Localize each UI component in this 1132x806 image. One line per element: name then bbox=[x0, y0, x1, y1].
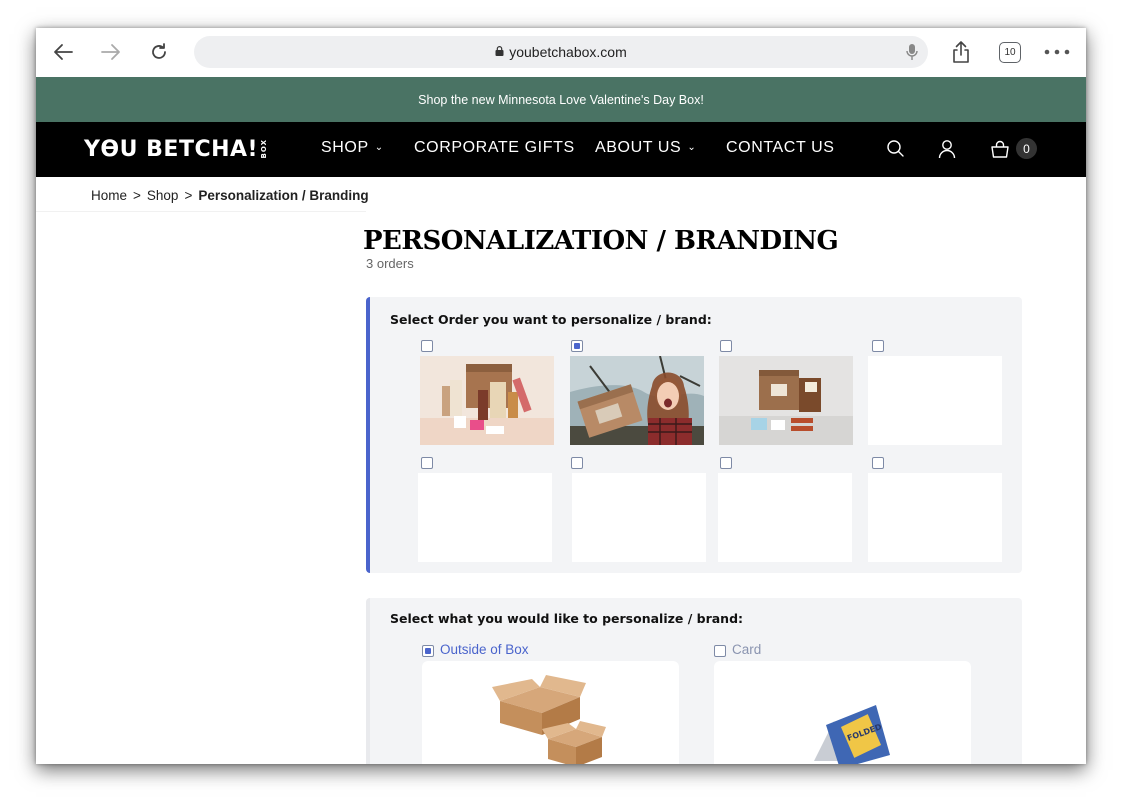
nav-item-shop[interactable]: SHOP ⌄ bbox=[321, 139, 384, 157]
outside-box-option-card[interactable] bbox=[422, 661, 679, 764]
card-option-card[interactable]: FOLDED bbox=[714, 661, 971, 764]
breadcrumb-home[interactable]: Home bbox=[91, 188, 127, 203]
order-thumbnail-8[interactable] bbox=[868, 473, 1002, 562]
woman-holding-box-image bbox=[570, 356, 704, 445]
logo-text: YϴU BETCHA! bbox=[84, 136, 259, 162]
outside-box-checkbox[interactable] bbox=[422, 645, 434, 657]
breadcrumb-separator: > bbox=[133, 188, 141, 203]
chevron-down-icon: ⌄ bbox=[374, 142, 384, 153]
reload-icon[interactable] bbox=[144, 38, 174, 66]
order-thumbnail-5[interactable] bbox=[418, 473, 552, 562]
share-icon[interactable] bbox=[946, 38, 976, 66]
announcement-bar[interactable]: Shop the new Minnesota Love Valentine's … bbox=[36, 77, 1086, 122]
order-thumbnail-6[interactable] bbox=[572, 473, 706, 562]
url-bar[interactable]: youbetchabox.com bbox=[194, 36, 928, 68]
nav-item-label: CONTACT US bbox=[726, 139, 835, 156]
nav-item-corporate-gifts[interactable]: CORPORATE GIFTS bbox=[414, 139, 575, 157]
tabs-icon[interactable]: 10 bbox=[999, 42, 1021, 63]
order-select-panel: Select Order you want to personalize / b… bbox=[366, 297, 1022, 573]
box-with-snacks-image bbox=[719, 356, 853, 445]
more-icon[interactable] bbox=[1042, 38, 1072, 66]
breadcrumb-shop[interactable]: Shop bbox=[147, 188, 179, 203]
chevron-down-icon: ⌄ bbox=[687, 142, 697, 153]
order-thumbnail-7[interactable] bbox=[718, 473, 852, 562]
orders-count: 3 orders bbox=[366, 256, 414, 271]
order-checkbox-5[interactable] bbox=[421, 457, 433, 469]
folded-card-image: FOLDED bbox=[814, 705, 890, 764]
card-checkbox[interactable] bbox=[714, 645, 726, 657]
browser-toolbar: youbetchabox.com 10 bbox=[36, 28, 1086, 77]
order-thumbnail-1[interactable] bbox=[420, 356, 554, 445]
branding-select-label: Select what you would like to personaliz… bbox=[390, 611, 744, 626]
order-select-label: Select Order you want to personalize / b… bbox=[390, 312, 712, 327]
breadcrumb: Home > Shop > Personalization / Branding bbox=[91, 188, 369, 203]
browser-window: youbetchabox.com 10 Shop the new Minneso… bbox=[36, 28, 1086, 764]
url-text: youbetchabox.com bbox=[509, 44, 627, 60]
order-thumbnail-4[interactable] bbox=[868, 356, 1002, 445]
nav-item-label: CORPORATE GIFTS bbox=[414, 139, 575, 156]
page-title: PERSONALIZATION / BRANDING bbox=[363, 226, 839, 256]
order-checkbox-7[interactable] bbox=[720, 457, 732, 469]
nav-item-label: ABOUT US bbox=[595, 139, 682, 156]
breadcrumb-current: Personalization / Branding bbox=[198, 188, 369, 203]
cardboard-boxes-image bbox=[492, 675, 606, 764]
nav-item-contact-us[interactable]: CONTACT US bbox=[726, 139, 835, 157]
outside-box-label[interactable]: Outside of Box bbox=[440, 642, 529, 657]
back-arrow-icon[interactable] bbox=[48, 38, 78, 66]
order-thumbnail-2[interactable] bbox=[570, 356, 704, 445]
card-label[interactable]: Card bbox=[732, 642, 761, 657]
order-checkbox-8[interactable] bbox=[872, 457, 884, 469]
order-thumbnail-3[interactable] bbox=[719, 356, 853, 445]
order-checkbox-2[interactable] bbox=[571, 340, 583, 352]
announcement-text[interactable]: Shop the new Minnesota Love Valentine's … bbox=[418, 93, 704, 107]
order-checkbox-1[interactable] bbox=[421, 340, 433, 352]
nav-item-label: SHOP bbox=[321, 139, 369, 156]
account-icon[interactable] bbox=[938, 139, 956, 159]
lock-icon bbox=[495, 46, 504, 56]
cart-count-badge[interactable]: 0 bbox=[1016, 138, 1037, 159]
breadcrumb-divider bbox=[36, 211, 366, 212]
order-checkbox-3[interactable] bbox=[720, 340, 732, 352]
logo-box-text: BOX bbox=[260, 139, 269, 159]
cart-icon[interactable] bbox=[990, 139, 1010, 159]
nav-item-about-us[interactable]: ABOUT US ⌄ bbox=[595, 139, 696, 157]
branding-select-panel: Select what you would like to personaliz… bbox=[366, 598, 1022, 764]
order-checkbox-6[interactable] bbox=[571, 457, 583, 469]
breadcrumb-separator: > bbox=[184, 188, 193, 203]
site-logo[interactable]: YϴU BETCHA! BOX bbox=[84, 135, 268, 163]
forward-arrow-icon[interactable] bbox=[96, 38, 126, 66]
search-icon[interactable] bbox=[886, 139, 906, 159]
mic-icon[interactable] bbox=[906, 43, 918, 61]
order-checkbox-4[interactable] bbox=[872, 340, 884, 352]
gift-box-products-image bbox=[420, 356, 554, 445]
site-nav: YϴU BETCHA! BOX SHOP ⌄ CORPORATE GIFTS AB… bbox=[36, 122, 1086, 177]
